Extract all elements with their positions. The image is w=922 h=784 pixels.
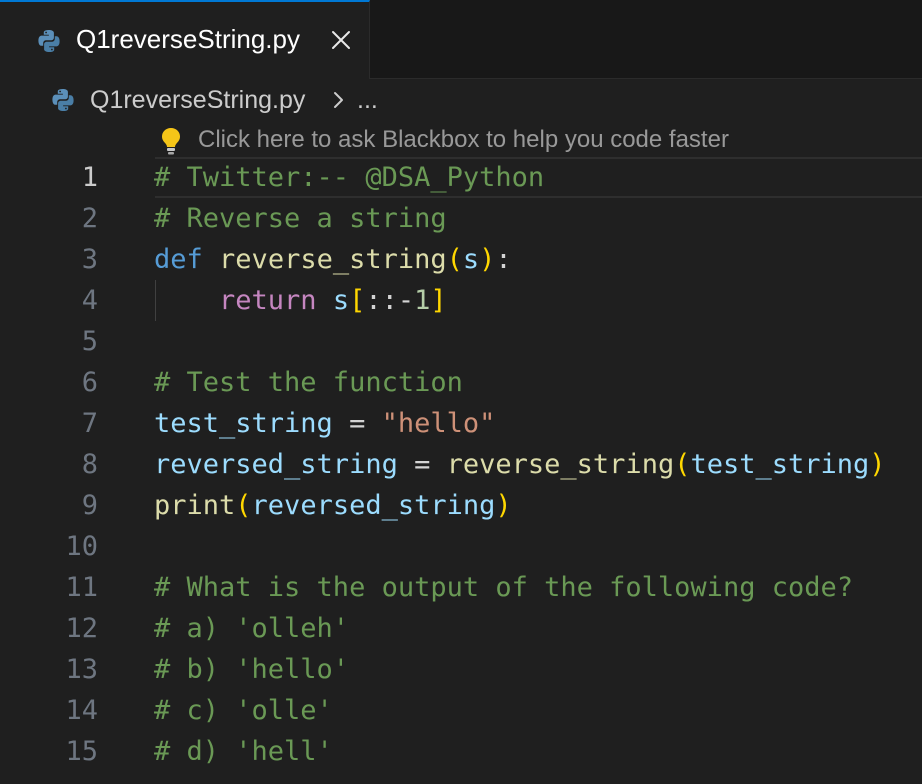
code-line[interactable]: 11 # What is the output of the following … <box>0 567 922 608</box>
code-token: [ <box>349 285 366 316</box>
code-line[interactable]: 10 <box>0 526 922 567</box>
code-token: reversed_string <box>251 490 496 521</box>
code-line[interactable]: 14 # c) 'olle' <box>0 690 922 731</box>
code-text: print(reversed_string) <box>154 485 512 526</box>
code-text: # b) 'hello' <box>154 649 349 690</box>
line-number: 14 <box>65 695 98 726</box>
code-token: return <box>219 285 317 316</box>
code-token: :: <box>365 285 398 316</box>
code-text: # What is the output of the following co… <box>154 567 853 608</box>
code-line[interactable]: 12 # a) 'olleh' <box>0 608 922 649</box>
code-area[interactable]: 1 # Twitter:-- @DSA_Python 2 # Reverse a st… <box>0 157 922 784</box>
line-number: 7 <box>81 408 98 439</box>
line-number: 12 <box>65 613 98 644</box>
tab-q1reversestring[interactable]: Q1reverseString.py <box>0 0 370 79</box>
code-line[interactable]: 9 print(reversed_string) <box>0 485 922 526</box>
code-token: : <box>495 244 512 275</box>
code-token: - <box>397 285 415 316</box>
code-token: ) <box>479 244 496 275</box>
code-line[interactable]: 6 # Test the function <box>0 362 922 403</box>
code-text: # d) 'hell' <box>154 731 333 772</box>
code-token: s <box>332 285 350 316</box>
line-number: 4 <box>81 285 98 316</box>
code-token: # Reverse a string <box>154 203 447 234</box>
line-number: 8 <box>81 449 98 480</box>
code-token: # Test the function <box>154 367 463 398</box>
breadcrumb-symbols[interactable]: ... <box>357 86 378 115</box>
breadcrumb: Q1reverseString.py ... <box>0 80 922 120</box>
code-token: ( <box>235 490 252 521</box>
code-text: # c) 'olle' <box>154 690 333 731</box>
code-token: # Twitter:-- @DSA_Python <box>154 162 545 193</box>
code-token: = <box>332 408 382 439</box>
code-text: def reverse_string(s): <box>154 239 512 280</box>
python-icon <box>52 89 74 111</box>
code-token: # d) 'hell' <box>154 736 333 767</box>
code-token: test_string <box>154 408 333 439</box>
code-line[interactable]: 3 def reverse_string(s): <box>0 239 922 280</box>
code-token: # b) 'hello' <box>154 654 350 685</box>
code-token: # c) 'olle' <box>154 695 333 726</box>
breadcrumb-file[interactable]: Q1reverseString.py <box>90 86 305 115</box>
line-number: 1 <box>81 162 98 193</box>
code-text: return s[::-1] <box>154 280 447 321</box>
code-token: s <box>462 244 480 275</box>
python-icon <box>38 30 60 52</box>
line-number: 10 <box>65 531 98 562</box>
line-number: 3 <box>81 244 98 275</box>
code-token: ( <box>446 244 463 275</box>
chevron-right-icon <box>334 92 343 108</box>
tab-label: Q1reverseString.py <box>76 24 300 54</box>
code-token: test_string <box>690 449 870 480</box>
code-line[interactable]: 5 <box>0 321 922 362</box>
code-text: # Test the function <box>154 362 463 403</box>
code-text: # Reverse a string <box>154 198 447 239</box>
code-line[interactable]: 1 # Twitter:-- @DSA_Python <box>82 157 922 198</box>
code-token: def <box>154 244 203 275</box>
code-line[interactable]: 4 return s[::-1] <box>0 280 922 321</box>
hint-text: Click here to ask Blackbox to help you c… <box>198 126 729 153</box>
code-token: reverse_string <box>446 449 675 480</box>
line-number: 2 <box>81 203 98 234</box>
code-text: test_string = "hello" <box>154 403 495 444</box>
code-line[interactable]: 7 test_string = "hello" <box>0 403 922 444</box>
code-line[interactable]: 8 reversed_string = reverse_string(test_s… <box>0 444 922 485</box>
code-line[interactable]: 2 # Reverse a string <box>0 198 922 239</box>
code-token: reversed_string <box>154 449 398 480</box>
close-icon[interactable] <box>328 27 354 53</box>
code-text: reversed_string = reverse_string(test_st… <box>154 444 886 485</box>
code-token: ] <box>430 285 447 316</box>
lightbulb-icon <box>162 128 180 155</box>
code-token: reverse_string <box>219 244 447 275</box>
line-number: 5 <box>81 326 98 357</box>
code-token: ) <box>495 490 512 521</box>
code-token: ( <box>674 449 691 480</box>
tab-bar: Q1reverseString.py <box>0 0 922 79</box>
code-token: ) <box>869 449 886 480</box>
line-number: 11 <box>65 572 98 603</box>
code-line[interactable]: 13 # b) 'hello' <box>0 649 922 690</box>
line-number: 13 <box>65 654 98 685</box>
code-token: # What is the output of the following co… <box>154 572 853 603</box>
code-line[interactable]: 15 # d) 'hell' <box>0 731 922 772</box>
code-text: # Twitter:-- @DSA_Python <box>154 159 544 196</box>
code-token: 1 <box>414 285 431 316</box>
code-token: print <box>154 490 236 521</box>
code-token: "hello" <box>381 408 496 439</box>
code-token: = <box>397 449 447 480</box>
code-token: # a) 'olleh' <box>154 613 350 644</box>
line-number: 9 <box>81 490 98 521</box>
line-number: 15 <box>65 736 98 767</box>
code-text: # a) 'olleh' <box>154 608 349 649</box>
code-editor: Q1reverseString.py Q1reverseString.py ..… <box>0 0 922 784</box>
line-number: 6 <box>81 367 98 398</box>
